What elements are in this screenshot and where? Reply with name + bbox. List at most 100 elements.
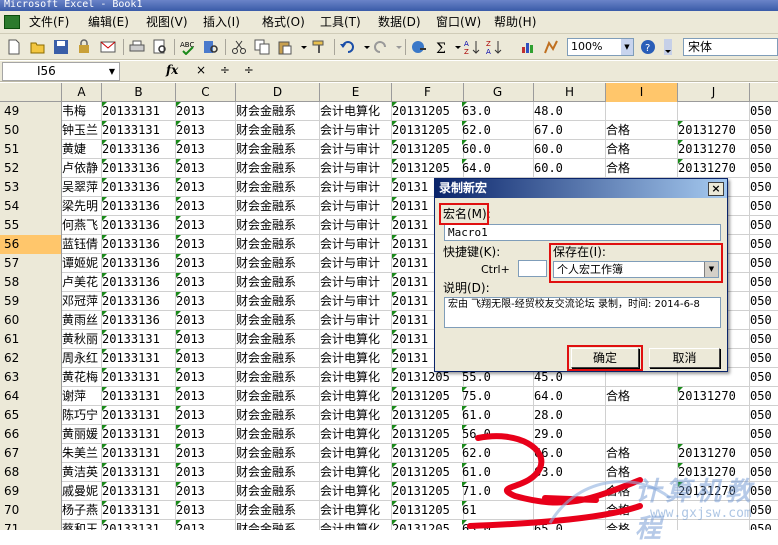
cell-e[interactable]: 会计与审计 bbox=[320, 254, 392, 273]
cell-b[interactable]: 20133131 bbox=[102, 121, 176, 140]
cell-g[interactable]: 56.0 bbox=[462, 425, 534, 444]
cell-c[interactable]: 2013 bbox=[176, 197, 236, 216]
cell-d[interactable]: 财会金融系 bbox=[236, 349, 320, 368]
cell-e[interactable]: 会计电算化 bbox=[320, 102, 392, 121]
cell-b[interactable]: 20133136 bbox=[102, 311, 176, 330]
cell-a[interactable]: 黄花梅 bbox=[62, 368, 102, 387]
cell-c[interactable]: 2013 bbox=[176, 102, 236, 121]
column-header-h[interactable]: H bbox=[534, 83, 606, 102]
chart-wizard-icon[interactable] bbox=[520, 39, 536, 55]
cell-k[interactable]: 050 bbox=[750, 292, 778, 311]
menu-view[interactable]: 视图(V) bbox=[146, 14, 188, 30]
cell-f[interactable]: 20131205 bbox=[392, 102, 464, 121]
sort-descending-icon[interactable]: ZA bbox=[486, 39, 502, 56]
cell-e[interactable]: 会计与审计 bbox=[320, 159, 392, 178]
column-header-b[interactable]: B bbox=[102, 83, 176, 102]
cell-a[interactable]: 陈巧宁 bbox=[62, 406, 102, 425]
row-header[interactable]: 61 bbox=[0, 330, 62, 349]
cell-a[interactable]: 黄婕 bbox=[62, 140, 102, 159]
cell-k[interactable]: 050 bbox=[750, 140, 778, 159]
new-icon[interactable] bbox=[6, 39, 22, 55]
cell-k[interactable]: 050 bbox=[750, 330, 778, 349]
cell-c[interactable]: 2013 bbox=[176, 425, 236, 444]
cell-f[interactable]: 20131205 bbox=[392, 140, 464, 159]
cell-c[interactable]: 2013 bbox=[176, 178, 236, 197]
cell-i[interactable]: 合格 bbox=[606, 159, 678, 178]
cell-a[interactable]: 戚曼妮 bbox=[62, 482, 102, 501]
cell-i[interactable] bbox=[606, 425, 678, 444]
copy-icon[interactable] bbox=[254, 39, 270, 55]
toolbar-options-icon[interactable] bbox=[660, 39, 672, 55]
row-header[interactable]: 67 bbox=[0, 444, 62, 463]
cell-a[interactable]: 邓冠萍 bbox=[62, 292, 102, 311]
cell-c[interactable]: 2013 bbox=[176, 235, 236, 254]
close-icon[interactable]: × bbox=[708, 182, 724, 196]
cell-g[interactable]: 63.0 bbox=[462, 102, 534, 121]
cell-d[interactable]: 财会金融系 bbox=[236, 425, 320, 444]
cell-f[interactable]: 20131205 bbox=[392, 159, 464, 178]
cell-b[interactable]: 20133131 bbox=[102, 482, 176, 501]
cell-k[interactable]: 050 bbox=[750, 235, 778, 254]
cell-e[interactable]: 会计与审计 bbox=[320, 273, 392, 292]
cell-k[interactable]: 050 bbox=[750, 273, 778, 292]
cell-d[interactable]: 财会金融系 bbox=[236, 387, 320, 406]
cell-c[interactable]: 2013 bbox=[176, 520, 236, 530]
cell-b[interactable]: 20133136 bbox=[102, 292, 176, 311]
row-header[interactable]: 52 bbox=[0, 159, 62, 178]
cell-d[interactable]: 财会金融系 bbox=[236, 197, 320, 216]
description-textarea[interactable]: 宏由 飞翔无限-经贸校友交流论坛 录制，时间: 2014-6-8 bbox=[444, 297, 721, 328]
menu-insert[interactable]: 插入(I) bbox=[203, 14, 240, 30]
cell-k[interactable]: 050 bbox=[750, 463, 778, 482]
cell-j[interactable] bbox=[678, 501, 750, 520]
cell-d[interactable]: 财会金融系 bbox=[236, 102, 320, 121]
cell-j[interactable]: 20131270 bbox=[678, 121, 750, 140]
cell-a[interactable]: 蓝钰倩 bbox=[62, 235, 102, 254]
cell-d[interactable]: 财会金融系 bbox=[236, 178, 320, 197]
cell-c[interactable]: 2013 bbox=[176, 444, 236, 463]
cell-a[interactable]: 卢美花 bbox=[62, 273, 102, 292]
cell-c[interactable]: 2013 bbox=[176, 159, 236, 178]
cell-b[interactable]: 20133136 bbox=[102, 216, 176, 235]
cell-d[interactable]: 财会金融系 bbox=[236, 444, 320, 463]
cell-j[interactable] bbox=[678, 520, 750, 530]
autosum-icon[interactable]: Σ bbox=[434, 39, 450, 57]
help-icon[interactable]: ? bbox=[640, 39, 656, 55]
cell-a[interactable]: 朱美兰 bbox=[62, 444, 102, 463]
cell-a[interactable]: 吴翠萍 bbox=[62, 178, 102, 197]
autosum-dropdown-icon[interactable] bbox=[450, 39, 461, 55]
cell-d[interactable]: 财会金融系 bbox=[236, 520, 320, 530]
research-icon[interactable] bbox=[203, 39, 219, 55]
cell-f[interactable]: 20131205 bbox=[392, 482, 464, 501]
cell-k[interactable]: 050 bbox=[750, 197, 778, 216]
zoom-select[interactable]: 100% ▼ bbox=[567, 38, 634, 56]
permission-icon[interactable] bbox=[76, 39, 92, 55]
cell-c[interactable]: 2013 bbox=[176, 254, 236, 273]
cell-c[interactable]: 2013 bbox=[176, 140, 236, 159]
cell-d[interactable]: 财会金融系 bbox=[236, 121, 320, 140]
cell-h[interactable]: 66.0 bbox=[534, 444, 606, 463]
cell-d[interactable]: 财会金融系 bbox=[236, 159, 320, 178]
menu-tools[interactable]: 工具(T) bbox=[320, 14, 361, 30]
cell-a[interactable]: 杨子燕 bbox=[62, 501, 102, 520]
cell-a[interactable]: 黄丽媛 bbox=[62, 425, 102, 444]
menu-format[interactable]: 格式(O) bbox=[262, 14, 305, 30]
toolbar-grip-icon[interactable] bbox=[676, 39, 685, 55]
cell-e[interactable]: 会计电算化 bbox=[320, 520, 392, 530]
cell-d[interactable]: 财会金融系 bbox=[236, 140, 320, 159]
cell-d[interactable]: 财会金融系 bbox=[236, 463, 320, 482]
cell-b[interactable]: 20133136 bbox=[102, 197, 176, 216]
cell-j[interactable]: 20131270 bbox=[678, 482, 750, 501]
cut-icon[interactable] bbox=[231, 39, 247, 55]
cell-a[interactable]: 蔡和玉 bbox=[62, 520, 102, 530]
cell-e[interactable]: 会计电算化 bbox=[320, 463, 392, 482]
mail-icon[interactable] bbox=[100, 39, 116, 55]
print-icon[interactable] bbox=[129, 39, 145, 55]
cell-b[interactable]: 20133131 bbox=[102, 520, 176, 530]
format-painter-icon[interactable] bbox=[311, 39, 327, 55]
column-header-c[interactable]: C bbox=[176, 83, 236, 102]
cell-c[interactable]: 2013 bbox=[176, 330, 236, 349]
cell-g[interactable]: 63.0 bbox=[462, 520, 534, 530]
cell-i[interactable]: 合格 bbox=[606, 501, 678, 520]
cell-k[interactable]: 050 bbox=[750, 482, 778, 501]
cell-i[interactable] bbox=[606, 406, 678, 425]
